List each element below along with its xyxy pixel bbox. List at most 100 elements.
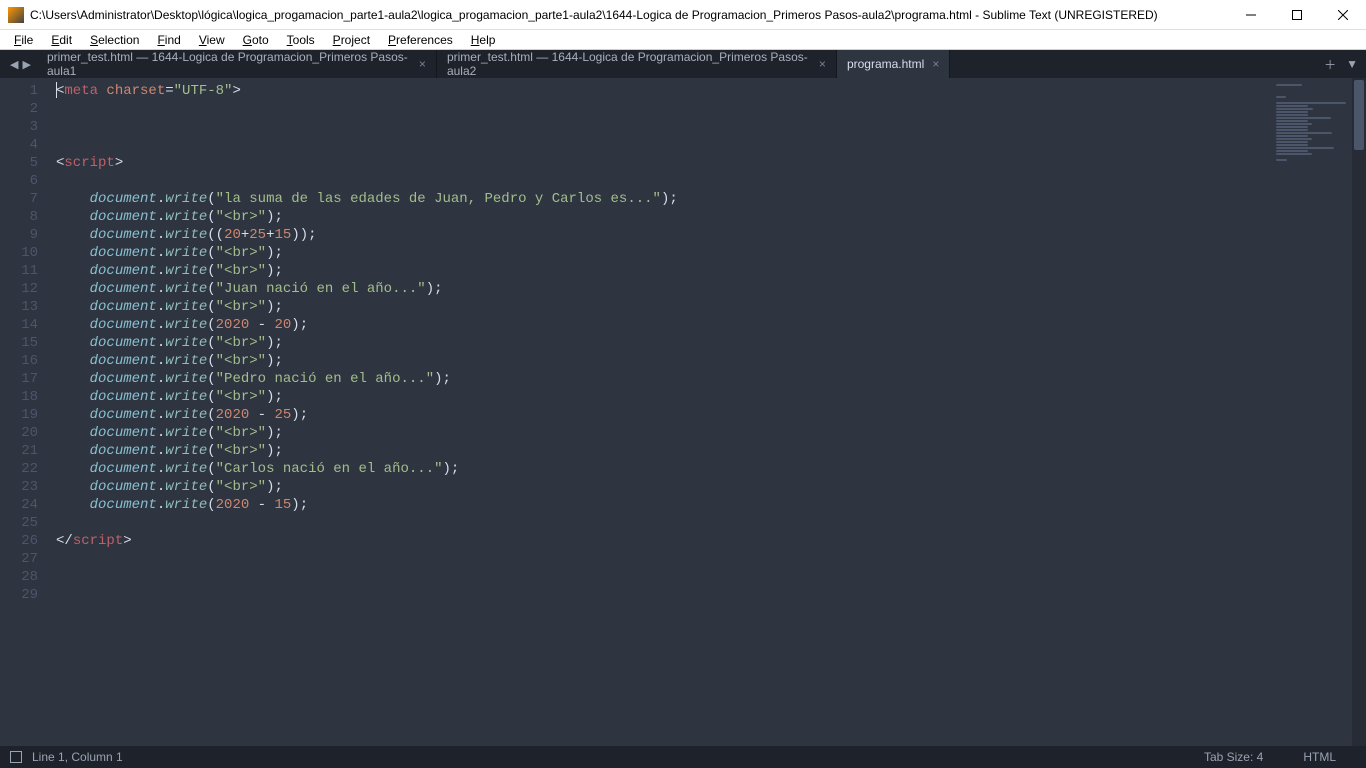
- scrollbar-thumb[interactable]: [1354, 80, 1364, 150]
- code-line: [56, 100, 1262, 118]
- minimap-line: [1276, 132, 1332, 134]
- minimap-line: [1276, 126, 1308, 128]
- code-line: document.write(2020 - 25);: [56, 406, 1262, 424]
- status-syntax[interactable]: HTML: [1303, 750, 1336, 764]
- tab[interactable]: primer_test.html — 1644-Logica de Progra…: [437, 50, 837, 78]
- minimize-button[interactable]: [1228, 0, 1274, 29]
- minimap-line: [1276, 123, 1312, 125]
- line-number: 14: [0, 316, 38, 334]
- code-line: document.write("<br>");: [56, 334, 1262, 352]
- code-line: document.write("la suma de las edades de…: [56, 190, 1262, 208]
- app-icon: [8, 7, 24, 23]
- line-number: 7: [0, 190, 38, 208]
- minimap-line: [1276, 153, 1312, 155]
- code-line: document.write("<br>");: [56, 352, 1262, 370]
- code-line: document.write("Pedro nació en el año...…: [56, 370, 1262, 388]
- menu-help[interactable]: Help: [463, 31, 504, 49]
- menu-goto[interactable]: Goto: [235, 31, 277, 49]
- line-number: 4: [0, 136, 38, 154]
- code-line: <script>: [56, 154, 1262, 172]
- minimap-line: [1276, 144, 1308, 146]
- code-line: document.write("<br>");: [56, 244, 1262, 262]
- line-number: 13: [0, 298, 38, 316]
- code-line: document.write(2020 - 15);: [56, 496, 1262, 514]
- line-number: 17: [0, 370, 38, 388]
- minimap[interactable]: [1262, 78, 1352, 746]
- window-title: C:\Users\Administrator\Desktop\lógica\lo…: [30, 8, 1228, 22]
- menu-file[interactable]: File: [6, 31, 41, 49]
- text-cursor: [56, 82, 57, 98]
- line-number: 21: [0, 442, 38, 460]
- minimap-line: [1276, 120, 1308, 122]
- minimap-line: [1276, 156, 1280, 158]
- code-line: document.write("<br>");: [56, 388, 1262, 406]
- tab-menu-icon[interactable]: ▼: [1346, 57, 1358, 71]
- code-line: document.write("Carlos nació en el año..…: [56, 460, 1262, 478]
- tab-label: primer_test.html — 1644-Logica de Progra…: [47, 50, 411, 78]
- window-titlebar: C:\Users\Administrator\Desktop\lógica\lo…: [0, 0, 1366, 30]
- code-editor[interactable]: <meta charset="UTF-8"> <script> document…: [48, 78, 1262, 746]
- line-number: 6: [0, 172, 38, 190]
- minimap-line: [1276, 114, 1308, 116]
- minimap-line: [1276, 90, 1280, 92]
- minimap-line: [1276, 135, 1308, 137]
- menu-project[interactable]: Project: [325, 31, 378, 49]
- line-number: 5: [0, 154, 38, 172]
- code-line: [56, 136, 1262, 154]
- maximize-button[interactable]: [1274, 0, 1320, 29]
- line-number: 12: [0, 280, 38, 298]
- minimap-line: [1276, 108, 1313, 110]
- status-panel-icon[interactable]: [10, 751, 22, 763]
- menu-view[interactable]: View: [191, 31, 233, 49]
- menu-tools[interactable]: Tools: [279, 31, 323, 49]
- vertical-scrollbar[interactable]: [1352, 78, 1366, 746]
- line-number: 24: [0, 496, 38, 514]
- tab-next-icon[interactable]: ▶: [22, 58, 30, 71]
- minimap-line: [1276, 162, 1280, 164]
- tab-nav: ◀ ▶: [4, 50, 37, 78]
- code-line: </script>: [56, 532, 1262, 550]
- minimap-line: [1276, 129, 1308, 131]
- menu-edit[interactable]: Edit: [43, 31, 80, 49]
- minimap-line: [1276, 111, 1308, 113]
- line-number: 27: [0, 550, 38, 568]
- code-line: <meta charset="UTF-8">: [56, 82, 1262, 100]
- close-button[interactable]: [1320, 0, 1366, 29]
- line-number: 19: [0, 406, 38, 424]
- code-line: document.write(2020 - 20);: [56, 316, 1262, 334]
- close-icon[interactable]: ×: [819, 57, 826, 71]
- tab-label: programa.html: [847, 57, 924, 71]
- line-number: 2: [0, 100, 38, 118]
- tab-right-controls: ＋ ▼: [1316, 50, 1366, 78]
- minimap-line: [1276, 141, 1308, 143]
- status-bar: Line 1, Column 1 Tab Size: 4 HTML: [0, 746, 1366, 768]
- menu-find[interactable]: Find: [149, 31, 188, 49]
- menubar: FileEditSelectionFindViewGotoToolsProjec…: [0, 30, 1366, 50]
- tab[interactable]: programa.html ×: [837, 50, 950, 78]
- line-number: 9: [0, 226, 38, 244]
- window-controls: [1228, 0, 1366, 29]
- close-icon[interactable]: ×: [419, 57, 426, 71]
- menu-selection[interactable]: Selection: [82, 31, 147, 49]
- minimap-line: [1276, 84, 1302, 86]
- minimap-line: [1276, 159, 1287, 161]
- tab-label: primer_test.html — 1644-Logica de Progra…: [447, 50, 811, 78]
- menu-preferences[interactable]: Preferences: [380, 31, 461, 49]
- line-number: 25: [0, 514, 38, 532]
- tab-bar: ◀ ▶ primer_test.html — 1644-Logica de Pr…: [0, 50, 1366, 78]
- close-icon[interactable]: ×: [932, 57, 939, 71]
- line-number: 28: [0, 568, 38, 586]
- code-line: [56, 172, 1262, 190]
- line-number: 1: [0, 82, 38, 100]
- minimap-line: [1276, 93, 1280, 95]
- code-line: document.write("<br>");: [56, 262, 1262, 280]
- tab-prev-icon[interactable]: ◀: [10, 58, 18, 71]
- tab[interactable]: primer_test.html — 1644-Logica de Progra…: [37, 50, 437, 78]
- code-line: [56, 514, 1262, 532]
- editor-area: 1234567891011121314151617181920212223242…: [0, 78, 1366, 746]
- code-line: document.write("<br>");: [56, 442, 1262, 460]
- new-tab-icon[interactable]: ＋: [1324, 56, 1336, 73]
- code-line: [56, 568, 1262, 586]
- status-cursor-position: Line 1, Column 1: [32, 750, 123, 764]
- status-tab-size[interactable]: Tab Size: 4: [1204, 750, 1263, 764]
